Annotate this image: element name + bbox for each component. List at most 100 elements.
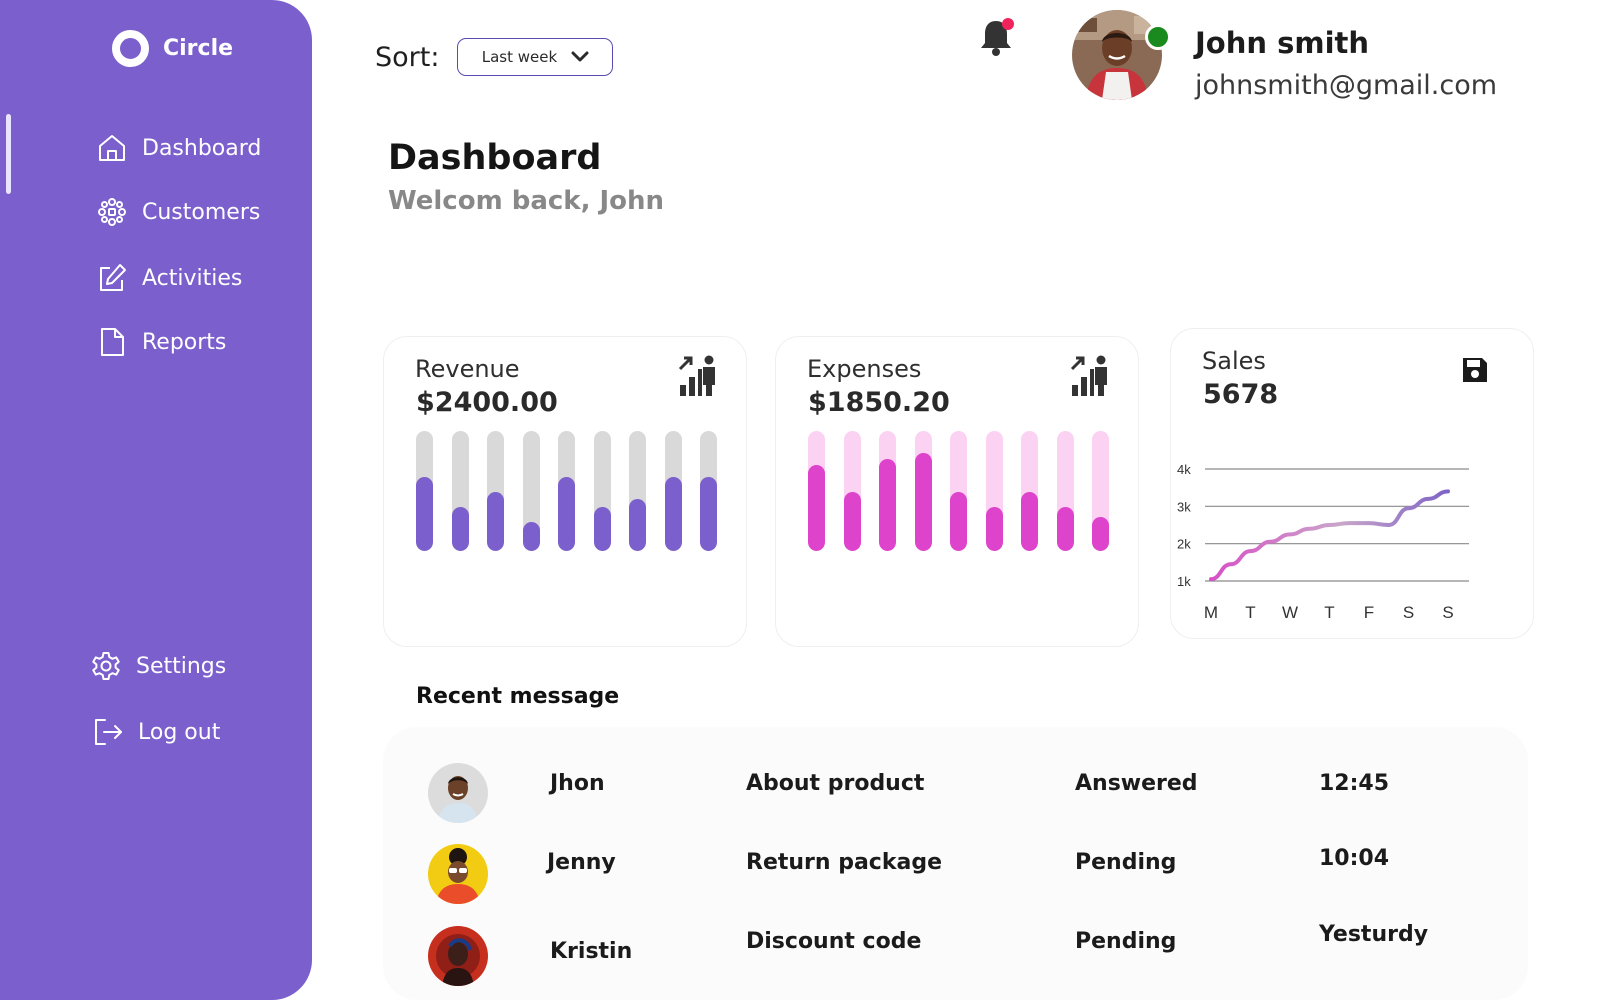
page-title: Dashboard xyxy=(388,138,602,178)
y-tick-label: 4k xyxy=(1177,462,1191,477)
sort-dropdown[interactable]: Last week xyxy=(457,38,614,76)
y-tick-label: 3k xyxy=(1177,499,1191,514)
bar xyxy=(664,477,682,551)
bar xyxy=(1056,507,1074,551)
bar-track xyxy=(487,431,504,551)
sort-value: Last week xyxy=(481,48,558,66)
x-tick-label: W xyxy=(1282,603,1298,622)
bar-track xyxy=(593,431,611,551)
message-status: Pending xyxy=(1075,929,1177,954)
user-photo xyxy=(1072,10,1162,100)
expenses-card[interactable]: Expenses $1850.20 xyxy=(775,336,1139,647)
bar xyxy=(700,477,717,551)
avatar[interactable] xyxy=(428,926,488,986)
card-title: Revenue xyxy=(415,355,520,383)
sort-control: Sort: Last week xyxy=(375,38,614,76)
bar-track xyxy=(1021,431,1038,551)
bar-track xyxy=(985,431,1003,551)
sidebar-item-settings[interactable]: Settings xyxy=(90,650,226,682)
sales-series-line xyxy=(1209,489,1450,582)
bar-track xyxy=(451,431,469,551)
card-value: $2400.00 xyxy=(416,387,558,418)
notification-button[interactable] xyxy=(976,16,1016,58)
message-sender: Jenny xyxy=(547,850,616,875)
sidebar-item-reports[interactable]: Reports xyxy=(96,326,226,358)
growth-icon xyxy=(1070,355,1107,396)
x-tick-label: F xyxy=(1364,603,1374,622)
revenue-card[interactable]: Revenue $2400.00 xyxy=(383,336,747,647)
sidebar-item-label: Log out xyxy=(138,719,221,745)
bar-track xyxy=(629,431,646,551)
avatar[interactable] xyxy=(428,763,488,823)
message-subject[interactable]: Discount code xyxy=(746,929,921,954)
message-time: 12:45 xyxy=(1319,771,1390,796)
card-value: $1850.20 xyxy=(808,387,950,418)
bar-track xyxy=(914,431,932,551)
bar-track xyxy=(950,431,967,551)
message-time: 10:04 xyxy=(1319,846,1390,871)
revenue-bars xyxy=(416,431,717,551)
bar xyxy=(487,492,504,551)
sidebar-item-label: Reports xyxy=(142,329,227,355)
bar xyxy=(416,477,433,551)
bar-track xyxy=(700,431,717,551)
customers-icon xyxy=(98,198,126,226)
x-tick-label: S xyxy=(1442,603,1453,622)
sales-card[interactable]: Sales 5678 1k 2k 3k 4k MTWTFSS xyxy=(1170,328,1534,639)
sidebar-item-logout[interactable]: Log out xyxy=(92,716,220,748)
bar xyxy=(1092,517,1109,551)
bar-track xyxy=(808,431,825,551)
bar xyxy=(451,507,469,551)
bar-track xyxy=(1056,431,1074,551)
x-tick-label: S xyxy=(1403,603,1414,622)
bar xyxy=(629,499,646,551)
logo[interactable]: Circle xyxy=(112,30,233,67)
bar xyxy=(879,459,896,551)
bar xyxy=(914,453,932,551)
message-time: Yesturdy xyxy=(1319,922,1429,947)
bar-track xyxy=(558,431,575,551)
notification-dot xyxy=(1002,18,1014,30)
logo-icon xyxy=(112,30,149,67)
bar-track xyxy=(843,431,861,551)
recent-message-title: Recent message xyxy=(416,684,620,709)
bar-track xyxy=(1092,431,1109,551)
jhon-photo xyxy=(428,763,488,823)
logo-text: Circle xyxy=(163,36,234,61)
sidebar-item-label: Customers xyxy=(142,199,261,225)
bar xyxy=(593,507,611,551)
bar xyxy=(843,492,861,551)
message-subject[interactable]: About product xyxy=(746,771,924,796)
card-title: Expenses xyxy=(807,355,922,383)
avatar[interactable] xyxy=(428,844,488,904)
online-status-dot xyxy=(1145,24,1171,50)
sidebar-item-label: Settings xyxy=(136,653,227,679)
file-icon xyxy=(101,328,124,356)
jenny-photo xyxy=(428,844,488,904)
bar-track xyxy=(522,431,540,551)
logout-icon xyxy=(95,719,122,745)
message-subject[interactable]: Return package xyxy=(746,850,942,875)
sidebar-item-dashboard[interactable]: Dashboard xyxy=(96,132,261,164)
edit-icon xyxy=(100,264,126,291)
sidebar-item-activities[interactable]: Activities xyxy=(96,262,242,294)
kristin-photo xyxy=(428,926,488,986)
message-sender: Jhon xyxy=(550,771,605,796)
user-email: johnsmith@gmail.com xyxy=(1195,70,1498,101)
sales-line-chart: 1k 2k 3k 4k M T W T F S S xyxy=(1177,462,1469,622)
bar xyxy=(985,507,1003,551)
sidebar-item-customers[interactable]: Customers xyxy=(96,196,260,228)
bar xyxy=(522,522,540,551)
message-sender: Kristin xyxy=(550,939,633,964)
avatar[interactable] xyxy=(1072,10,1162,100)
sort-label: Sort: xyxy=(375,41,440,73)
message-status: Answered xyxy=(1075,771,1198,796)
x-tick-label: T xyxy=(1324,603,1334,622)
y-tick-label: 1k xyxy=(1177,574,1191,589)
y-tick-label: 2k xyxy=(1177,537,1191,552)
x-tick-label: T xyxy=(1245,603,1255,622)
app-root: Circle Dashboard Customers Activities Re… xyxy=(0,0,1600,1000)
gear-icon xyxy=(92,652,120,680)
bar xyxy=(808,465,825,551)
sidebar-item-label: Dashboard xyxy=(142,135,262,161)
